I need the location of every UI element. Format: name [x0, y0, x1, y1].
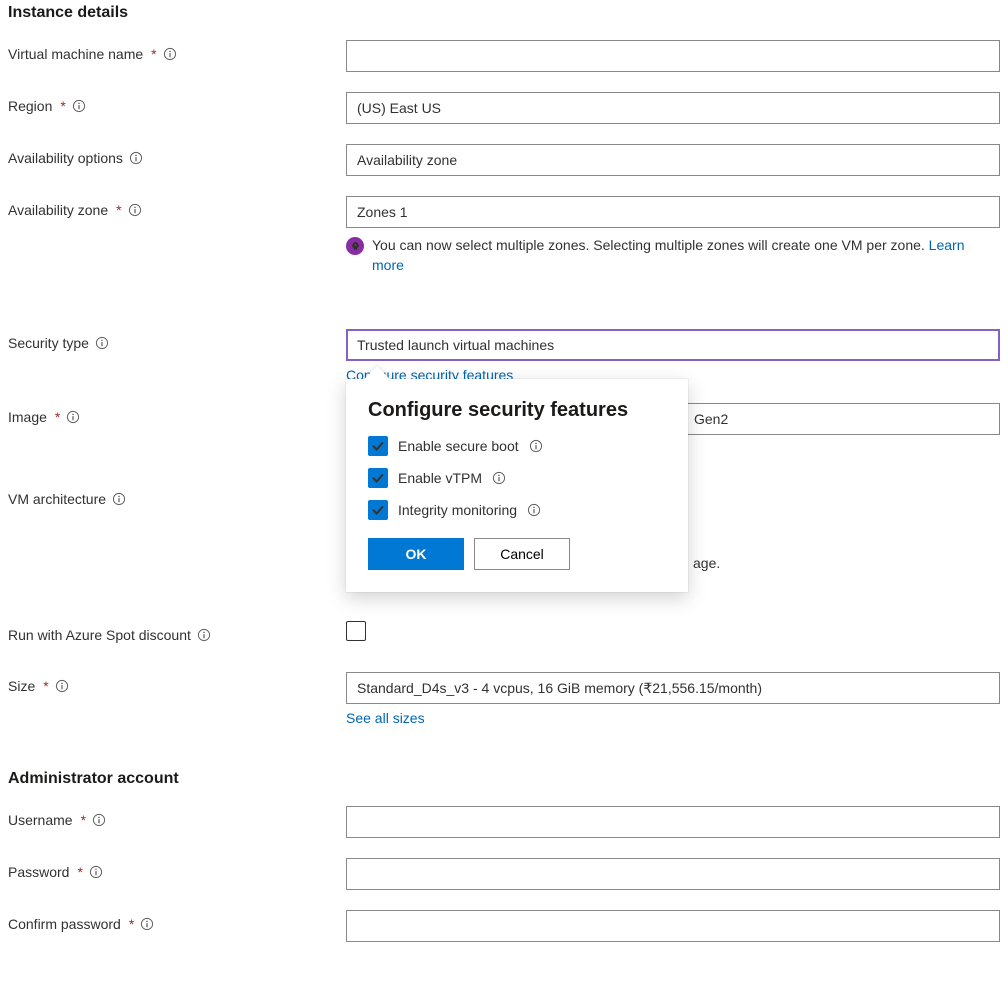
row-size: Size * Standard_D4s_v3 - 4 vcpus, 16 GiB…: [8, 672, 1000, 726]
region-label: Region: [8, 98, 52, 114]
chevron-down-icon: [977, 339, 989, 351]
spot-label: Run with Azure Spot discount: [8, 627, 191, 643]
row-vm-name: Virtual machine name *: [8, 40, 1000, 72]
vm-architecture-label: VM architecture: [8, 491, 106, 507]
availability-options-select[interactable]: Availability zone: [346, 144, 1000, 176]
row-security-type: Security type Trusted launch virtual mac…: [8, 329, 1000, 383]
row-username: Username *: [8, 806, 1000, 838]
security-type-select[interactable]: Trusted launch virtual machines: [346, 329, 1000, 361]
required-asterisk: *: [129, 916, 134, 932]
info-icon[interactable]: [529, 439, 543, 453]
required-asterisk: *: [151, 46, 156, 62]
vtpm-label: Enable vTPM: [398, 470, 482, 486]
row-region: Region * (US) East US: [8, 92, 1000, 124]
required-asterisk: *: [55, 409, 60, 425]
zones-helper-text: You can now select multiple zones. Selec…: [372, 237, 929, 253]
configure-security-popover: Configure security features Enable secur…: [346, 379, 688, 592]
info-icon[interactable]: [55, 679, 69, 693]
row-confirm-password: Confirm password *: [8, 910, 1000, 942]
vm-name-label: Virtual machine name: [8, 46, 143, 62]
availability-zone-label: Availability zone: [8, 202, 108, 218]
info-icon[interactable]: [72, 99, 86, 113]
security-type-label: Security type: [8, 335, 89, 351]
secure-boot-checkbox[interactable]: [368, 436, 388, 456]
info-icon[interactable]: [129, 151, 143, 165]
size-select[interactable]: Standard_D4s_v3 - 4 vcpus, 16 GiB memory…: [346, 672, 1000, 704]
section-instance-details: Instance details: [8, 4, 1000, 22]
required-asterisk: *: [77, 864, 82, 880]
info-icon[interactable]: [89, 865, 103, 879]
chevron-down-icon: [977, 206, 989, 218]
popover-title: Configure security features: [368, 399, 666, 422]
username-label: Username: [8, 812, 73, 828]
chevron-down-icon: [977, 682, 989, 694]
chevron-down-icon: [977, 154, 989, 166]
row-availability-zone: Availability zone * Zones 1 You can now …: [8, 196, 1000, 275]
integrity-checkbox[interactable]: [368, 500, 388, 520]
info-icon[interactable]: [112, 492, 126, 506]
info-icon[interactable]: [128, 203, 142, 217]
confirm-password-input[interactable]: [346, 910, 1000, 942]
vtpm-checkbox[interactable]: [368, 468, 388, 488]
row-availability-options: Availability options Availability zone: [8, 144, 1000, 176]
info-icon[interactable]: [140, 917, 154, 931]
info-icon[interactable]: [95, 336, 109, 350]
popover-ok-button[interactable]: OK: [368, 538, 464, 570]
spot-checkbox[interactable]: [346, 621, 366, 641]
row-spot: Run with Azure Spot discount: [8, 621, 1000, 644]
info-icon[interactable]: [197, 628, 211, 642]
info-icon[interactable]: [66, 410, 80, 424]
info-icon[interactable]: [492, 471, 506, 485]
rocket-icon: [346, 237, 364, 255]
info-icon[interactable]: [527, 503, 541, 517]
section-admin-account: Administrator account: [8, 770, 1000, 788]
integrity-label: Integrity monitoring: [398, 502, 517, 518]
secure-boot-label: Enable secure boot: [398, 438, 519, 454]
region-select[interactable]: (US) East US: [346, 92, 1000, 124]
popover-cancel-button[interactable]: Cancel: [474, 538, 570, 570]
size-label: Size: [8, 678, 35, 694]
required-asterisk: *: [60, 98, 65, 114]
username-input[interactable]: [346, 806, 1000, 838]
see-all-sizes-link[interactable]: See all sizes: [346, 710, 425, 726]
info-icon[interactable]: [92, 813, 106, 827]
image-label: Image: [8, 409, 47, 425]
password-label: Password: [8, 864, 69, 880]
required-asterisk: *: [81, 812, 86, 828]
zones-helper: You can now select multiple zones. Selec…: [346, 236, 1000, 275]
availability-zone-select[interactable]: Zones 1: [346, 196, 1000, 228]
vm-name-input[interactable]: [346, 40, 1000, 72]
availability-options-label: Availability options: [8, 150, 123, 166]
required-asterisk: *: [43, 678, 48, 694]
chevron-down-icon: [977, 102, 989, 114]
confirm-password-label: Confirm password: [8, 916, 121, 932]
required-asterisk: *: [116, 202, 121, 218]
row-password: Password *: [8, 858, 1000, 890]
info-icon[interactable]: [163, 47, 177, 61]
password-input[interactable]: [346, 858, 1000, 890]
